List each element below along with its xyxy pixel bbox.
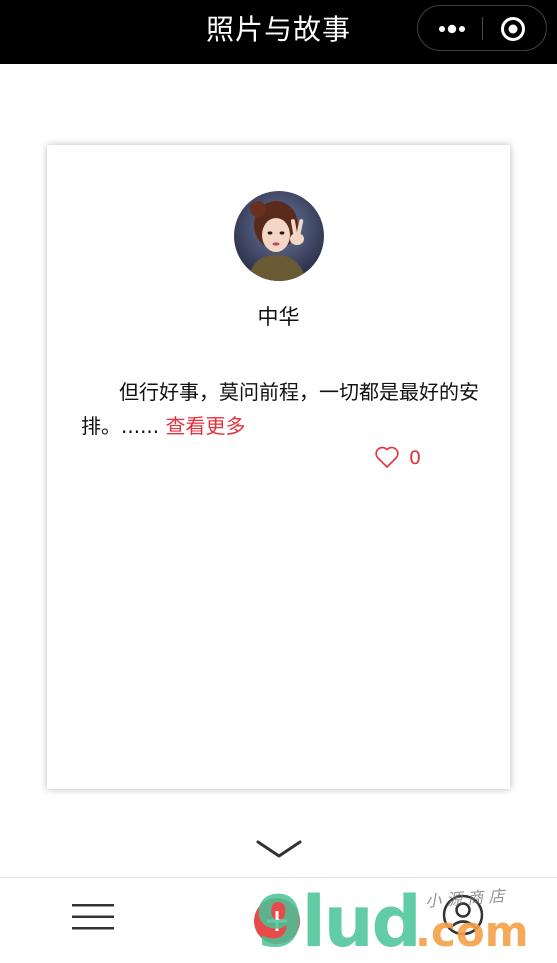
- chevron-down-icon[interactable]: [256, 838, 302, 862]
- add-button[interactable]: [254, 898, 300, 944]
- target-circle-icon[interactable]: [500, 16, 526, 42]
- header-bar: 照片与故事: [0, 0, 557, 64]
- user-profile-icon[interactable]: [441, 893, 485, 937]
- mini-program-capsule: [417, 5, 547, 51]
- bottom-tab-bar: [0, 877, 557, 961]
- hamburger-menu-icon[interactable]: [70, 902, 116, 932]
- story-excerpt: 但行好事，莫问前程，一切都是最好的安排。......: [81, 380, 479, 438]
- add-icon: [267, 911, 287, 931]
- more-dots-icon[interactable]: [437, 18, 467, 40]
- avatar[interactable]: [234, 191, 324, 281]
- story-text: 但行好事，莫问前程，一切都是最好的安排。...... 查看更多: [81, 375, 481, 443]
- avatar-photo: [234, 191, 324, 281]
- capsule-divider: [482, 17, 483, 40]
- like-count: 0: [409, 447, 422, 469]
- story-card[interactable]: 中华 但行好事，莫问前程，一切都是最好的安排。...... 查看更多 0: [47, 145, 510, 789]
- read-more-link[interactable]: 查看更多: [166, 414, 246, 438]
- author-name: 中华: [257, 305, 300, 329]
- heart-outline-icon[interactable]: [374, 445, 400, 469]
